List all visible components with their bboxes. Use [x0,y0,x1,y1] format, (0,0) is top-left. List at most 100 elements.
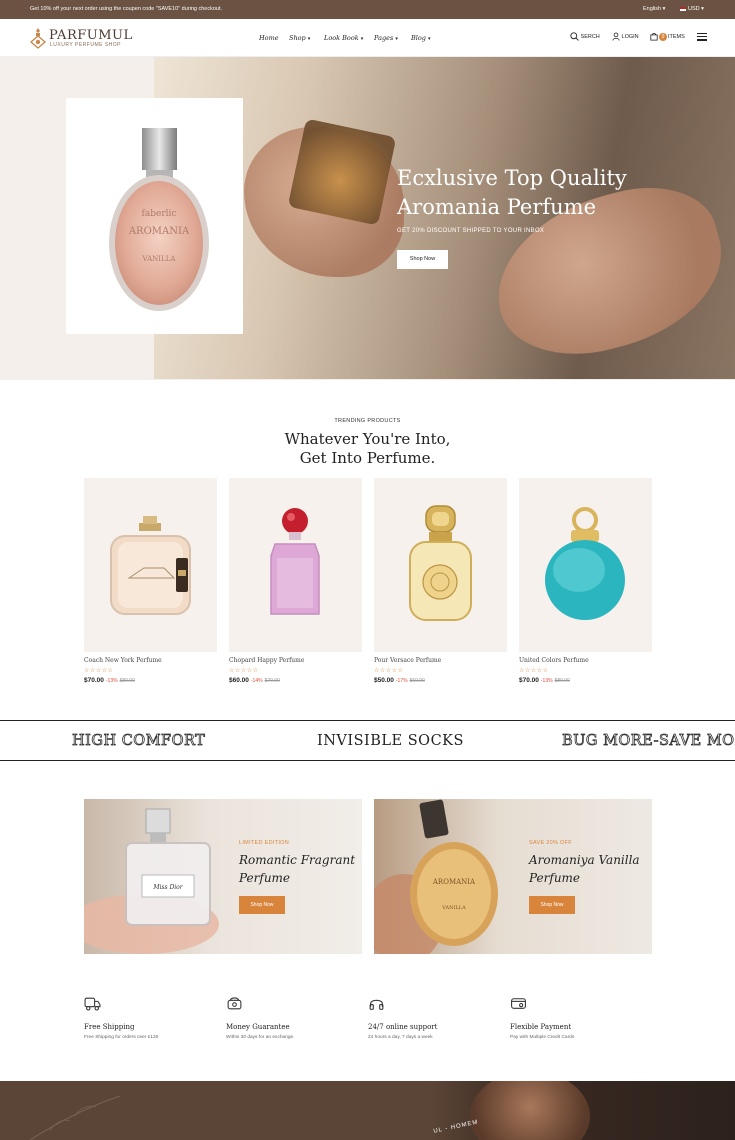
feature-description: Pay with Multiple Credit Cards [510,1035,575,1040]
chevron-down-icon: ▾ [307,36,311,42]
nav-lookbook-label: Look Book [324,34,359,42]
feature-description: Free Shipping for orders over £130 [84,1035,159,1040]
product-price: $50.00 -17% $60.00 [374,677,507,684]
section-title-line2: Get Into Perfume. [299,449,436,467]
banner-bottle-label: Miss Dior [152,884,183,891]
price-discount: -14% [250,678,263,684]
product-image[interactable] [84,478,217,652]
united-colors-bottle-image [545,507,625,620]
feature-description: 24 hours a day, 7 days a week [368,1035,433,1040]
marquee-item: INVISIBLE SOCKS [317,733,464,749]
nav-lookbook[interactable]: Look Book ▾ [324,34,363,42]
product-name[interactable]: Chopard Happy Perfume [229,657,362,664]
hero-product-card: faberlic AROMANIA VANILLA [66,98,243,334]
price-discount: -17% [395,678,408,684]
bag-icon [650,33,658,41]
feature-title: Flexible Payment [510,1023,572,1031]
product-name[interactable]: United Colors Perfume [519,657,652,664]
price-old: $70.00 [264,678,280,684]
marquee-item: BUG MORE-SAVE MORE [562,733,735,750]
hero-section: faberlic AROMANIA VANILLA Ecxlusive Top … [0,57,735,380]
chevron-down-icon: ▾ [360,36,364,42]
nav-shop-label: Shop [289,34,306,42]
language-selector[interactable]: English ▾ [643,6,665,12]
chevron-down-icon: ▾ [701,6,704,12]
logo-icon[interactable] [30,27,46,49]
section-title: Whatever You're Into, Get Into Perfume. [0,430,735,468]
nav-blog-label: Blog [411,34,426,42]
currency-label: USD [688,6,700,12]
bottle-label-scent: VANILLA [142,255,177,263]
price-old: $60.00 [409,678,425,684]
banner-title-line2: Perfume [239,871,291,885]
hero-shop-now-button[interactable]: Shop Now [397,250,448,269]
rating-stars: ☆☆☆☆☆ [229,668,259,674]
product-card[interactable]: Coach New York Perfume ☆☆☆☆☆ $70.00 -13% $… [84,478,217,684]
coach-bottle-image [110,516,191,615]
site-header: PARFUMUL LUXURY PERFUME SHOP Home Shop ▾… [0,19,735,57]
product-price: $70.00 -13% $80.00 [519,677,652,684]
nav-pages[interactable]: Pages ▾ [374,34,398,42]
feature-title: 24/7 online support [368,1023,438,1031]
truck-icon [84,997,101,1011]
chopard-bottle-image [270,508,320,615]
price-old: $80.00 [119,678,135,684]
product-image[interactable] [519,478,652,652]
product-name[interactable]: Pour Versace Perfume [374,657,507,664]
announcement-bar: Get 10% off your next order using the co… [0,0,735,19]
promo-text: Get 10% off your next order using the co… [30,6,223,12]
product-card[interactable]: United Colors Perfume ☆☆☆☆☆ $70.00 -13% $8… [519,478,652,684]
nav-home[interactable]: Home [259,34,279,42]
login-button[interactable]: LOGIN [612,32,639,41]
price-old: $80.00 [554,678,570,684]
product-name[interactable]: Coach New York Perfume [84,657,217,664]
feature-title: Money Guarantee [226,1023,290,1031]
language-label: English [643,6,662,12]
cart-count-badge: 0 [659,32,667,41]
product-card[interactable]: Chopard Happy Perfume ☆☆☆☆☆ $60.00 -14% $7… [229,478,362,684]
us-flag-icon [680,6,686,11]
feature-item: Free Shipping Free Shipping for orders o… [84,995,158,1040]
banner-bottle-image: Miss Dior [84,808,219,954]
section-title-line1: Whatever You're Into, [284,430,451,448]
chevron-down-icon: ▾ [662,6,666,12]
banner-shop-now-button[interactable]: Shop Now [239,896,285,914]
feature-item: Flexible Payment Pay with Multiple Credi… [510,995,574,1040]
price-current: $50.00 [374,677,394,684]
price-discount: -13% [105,678,118,684]
nav-blog[interactable]: Blog ▾ [411,34,431,42]
price-current: $70.00 [84,677,104,684]
banner-shop-now-button[interactable]: Shop Now [529,896,575,914]
versace-bottle-image [409,505,472,621]
product-image[interactable] [229,478,362,652]
bottle-label-name: AROMANIA [128,226,190,237]
search-label: SERCH [580,33,600,40]
chevron-down-icon: ▾ [395,36,398,42]
headphones-icon [369,999,384,1010]
search-button[interactable]: SERCH [570,32,600,41]
price-current: $60.00 [229,677,249,684]
footer-portrait-image [470,1081,590,1140]
banner-title-line1: Aromaniya Vanilla [529,853,640,867]
banner-bottle-label: VANILLA [441,905,466,911]
banner-bottle-image: AROMANIA VANILLA [374,799,498,954]
menu-icon[interactable] [697,33,707,43]
product-card[interactable]: Pour Versace Perfume ☆☆☆☆☆ $50.00 -17% $60… [374,478,507,684]
product-image[interactable] [374,478,507,652]
nav-shop[interactable]: Shop ▾ [289,34,310,42]
money-icon [227,997,242,1010]
hero-spray-bottle [287,118,397,226]
bottle-label-brand: faberlic [142,209,177,219]
hero-subtitle: GET 20% DISCOUNT SHIPPED TO YOUR INBOX [397,228,545,234]
brand-name[interactable]: PARFUMUL [49,28,133,43]
currency-selector[interactable]: USD ▾ [680,6,704,12]
login-label: LOGIN [621,33,639,40]
cart-button[interactable]: 0 ITEMS [650,32,685,41]
price-discount: -13% [540,678,553,684]
feature-item: Money Guarantee Within 30 days for an ex… [226,995,295,1040]
promo-banner[interactable]: Miss Dior LIMITED EDITION Romantic Fragr… [84,799,362,954]
product-price: $60.00 -14% $70.00 [229,677,362,684]
promo-banner[interactable]: AROMANIA VANILLA SAVE 20% OFF Aromaniya … [374,799,652,954]
perfume-bottle-image: faberlic AROMANIA VANILLA [109,128,209,311]
rating-stars: ☆☆☆☆☆ [84,668,114,674]
